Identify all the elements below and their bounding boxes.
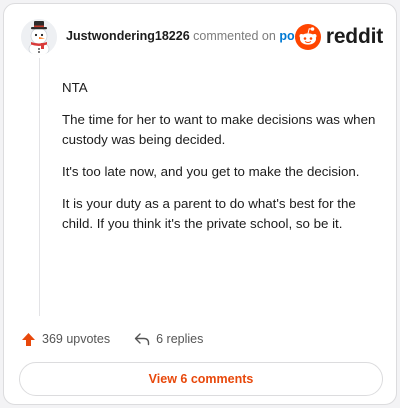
upvote-arrow-icon xyxy=(22,332,35,346)
reddit-logo[interactable]: reddit xyxy=(294,23,383,51)
comment-actions: 369 upvotes 6 replies xyxy=(21,329,227,349)
reddit-snoo-icon xyxy=(294,24,321,50)
comment-header: Justwondering18226 commented on post red… xyxy=(21,19,383,55)
comment-body: NTA The time for her to want to make dec… xyxy=(62,78,382,246)
commented-on-text: commented on xyxy=(193,29,276,43)
comment-meta: Justwondering18226 commented on post xyxy=(66,29,306,43)
upvote-count: 369 upvotes xyxy=(42,332,111,346)
snowman-avatar-icon xyxy=(21,19,57,55)
comment-paragraph: NTA xyxy=(62,80,88,95)
thread-line[interactable] xyxy=(39,58,40,316)
username-link[interactable]: Justwondering18226 xyxy=(66,29,190,43)
view-comments-button[interactable]: View 6 comments xyxy=(19,362,383,396)
comment-paragraph: The time for her to want to make decisio… xyxy=(62,112,376,147)
comment-paragraph: It is your duty as a parent to do what's… xyxy=(62,196,356,231)
comment-card: Justwondering18226 commented on post red… xyxy=(3,3,397,405)
comment-paragraph: It's too late now, and you get to make t… xyxy=(62,164,360,179)
reddit-wordmark: reddit xyxy=(325,25,383,48)
reply-arrow-icon xyxy=(134,333,150,346)
reply-count: 6 replies xyxy=(156,332,204,346)
replies-button[interactable]: 6 replies xyxy=(134,332,203,346)
avatar[interactable] xyxy=(21,19,57,55)
upvote-button[interactable]: 369 upvotes xyxy=(21,332,110,347)
